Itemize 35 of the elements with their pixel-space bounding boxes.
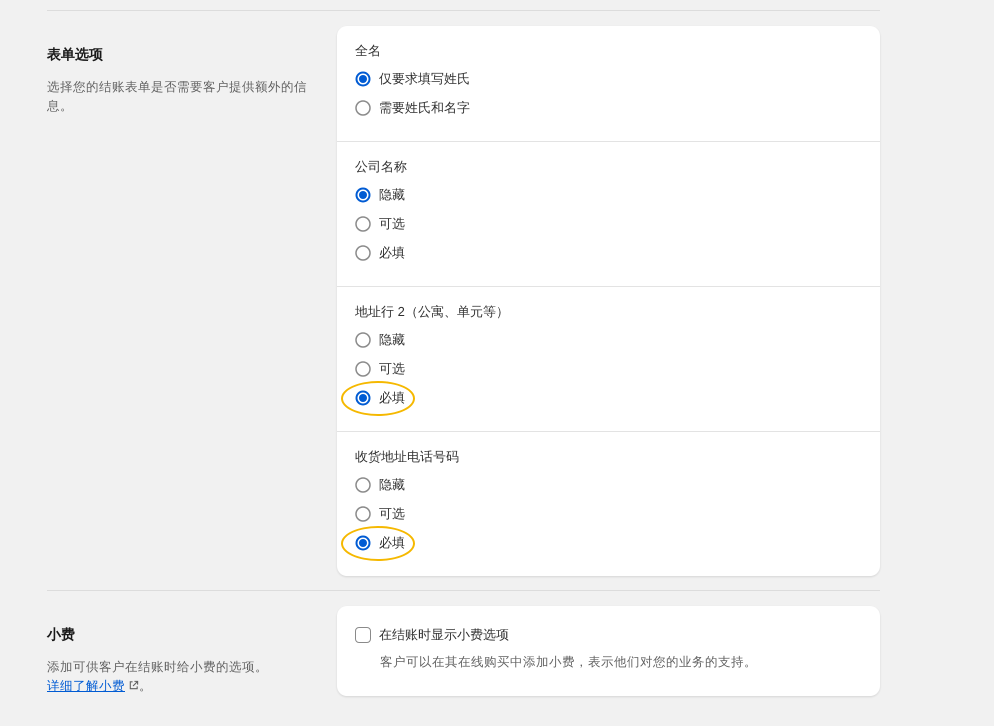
option-label[interactable]: 可选 <box>379 360 405 378</box>
radio-button[interactable] <box>355 186 371 202</box>
section-title: 表单选项 <box>47 46 104 64</box>
option-label[interactable]: 必填 <box>379 534 405 552</box>
radio-button[interactable] <box>355 244 371 260</box>
help-text: 客户可以在其在线购买中添加小费，表示他们对您的业务的支持。 <box>380 654 758 671</box>
learn-more-link[interactable]: 详细了解小费 <box>47 679 139 693</box>
group-label: 全名 <box>355 42 382 60</box>
radio-button[interactable] <box>355 332 371 348</box>
option-label[interactable]: 仅要求填写姓氏 <box>379 70 470 88</box>
option-label[interactable]: 隐藏 <box>379 476 405 494</box>
external-link-icon <box>128 680 139 691</box>
section-description: 添加可供客户在结账时给小费的选项。 详细了解小费 。 <box>47 659 269 695</box>
section-description: 选择您的结账表单是否需要客户提供额外的信息。 <box>47 79 307 115</box>
option-label[interactable]: 隐藏 <box>379 186 405 204</box>
radio-button[interactable] <box>355 476 371 492</box>
checkbox-label[interactable]: 在结账时显示小费选项 <box>379 626 509 644</box>
option-label[interactable]: 隐藏 <box>379 330 405 348</box>
group-label: 公司名称 <box>355 158 408 176</box>
radio-button[interactable] <box>355 100 371 116</box>
option-label[interactable]: 需要姓氏和名字 <box>379 98 470 116</box>
option-label[interactable]: 可选 <box>379 214 405 232</box>
group-label: 地址行 2（公寓、单元等） <box>355 303 510 321</box>
option-label[interactable]: 必填 <box>379 388 405 406</box>
option-label[interactable]: 必填 <box>379 244 405 262</box>
radio-button[interactable] <box>355 390 371 406</box>
checkbox[interactable] <box>355 627 371 643</box>
radio-button[interactable] <box>355 216 371 232</box>
radio-button[interactable] <box>355 534 371 550</box>
radio-button[interactable] <box>355 506 371 522</box>
radio-button[interactable] <box>355 70 371 86</box>
option-label[interactable]: 可选 <box>379 504 405 522</box>
section-title: 小费 <box>47 626 76 644</box>
radio-button[interactable] <box>355 360 371 376</box>
group-label: 收货地址电话号码 <box>355 448 460 466</box>
